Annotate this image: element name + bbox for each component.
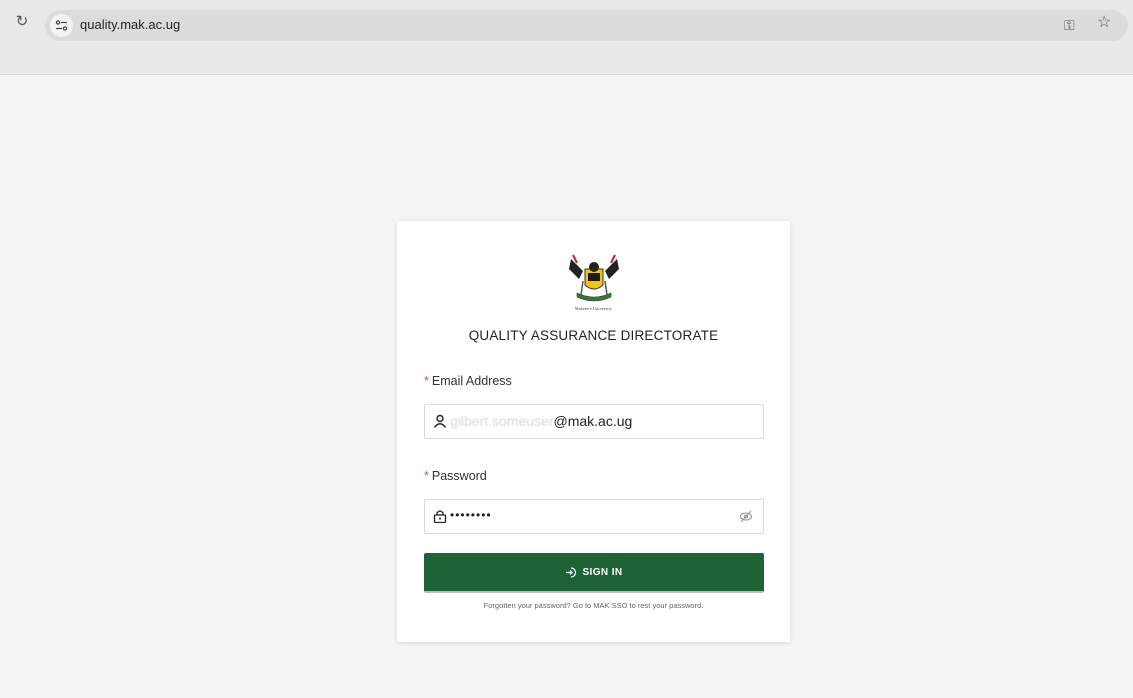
login-icon xyxy=(566,566,577,578)
lock-icon xyxy=(433,510,447,523)
password-label: * Password xyxy=(424,469,487,483)
login-card: Makerere University QUALITY ASSURANCE DI… xyxy=(397,221,790,642)
site-info-icon[interactable] xyxy=(50,14,73,37)
sign-in-button[interactable]: SIGN IN xyxy=(424,553,764,593)
email-value[interactable]: gilbert.someuser@mak.ac.ug xyxy=(450,413,632,429)
required-marker: * xyxy=(424,374,429,388)
eye-invisible-icon[interactable] xyxy=(739,510,753,523)
required-marker: * xyxy=(424,469,429,483)
bookmark-star-icon[interactable]: ☆ xyxy=(1097,15,1111,31)
user-icon xyxy=(433,414,447,428)
email-label: * Email Address xyxy=(424,374,512,388)
logo-caption: Makerere University xyxy=(574,306,612,311)
reload-icon[interactable]: ↻ xyxy=(14,14,30,30)
address-bar[interactable]: quality.mak.ac.ug ⚿ ☆ xyxy=(45,10,1128,41)
password-help-text: Forgotten your password? Go to MAK SSO t… xyxy=(483,601,704,610)
key-icon[interactable]: ⚿ xyxy=(1064,17,1075,33)
email-field[interactable]: gilbert.someuser@mak.ac.ug xyxy=(424,404,764,439)
sign-in-label: SIGN IN xyxy=(582,566,623,578)
page-title: QUALITY ASSURANCE DIRECTORATE xyxy=(468,328,719,343)
password-value[interactable]: •••••••• xyxy=(450,508,492,522)
university-logo xyxy=(569,254,619,302)
password-field[interactable]: •••••••• xyxy=(424,499,764,534)
browser-toolbar: ↻ quality.mak.ac.ug ⚿ ☆ xyxy=(0,0,1133,75)
url-text[interactable]: quality.mak.ac.ug xyxy=(80,17,180,32)
